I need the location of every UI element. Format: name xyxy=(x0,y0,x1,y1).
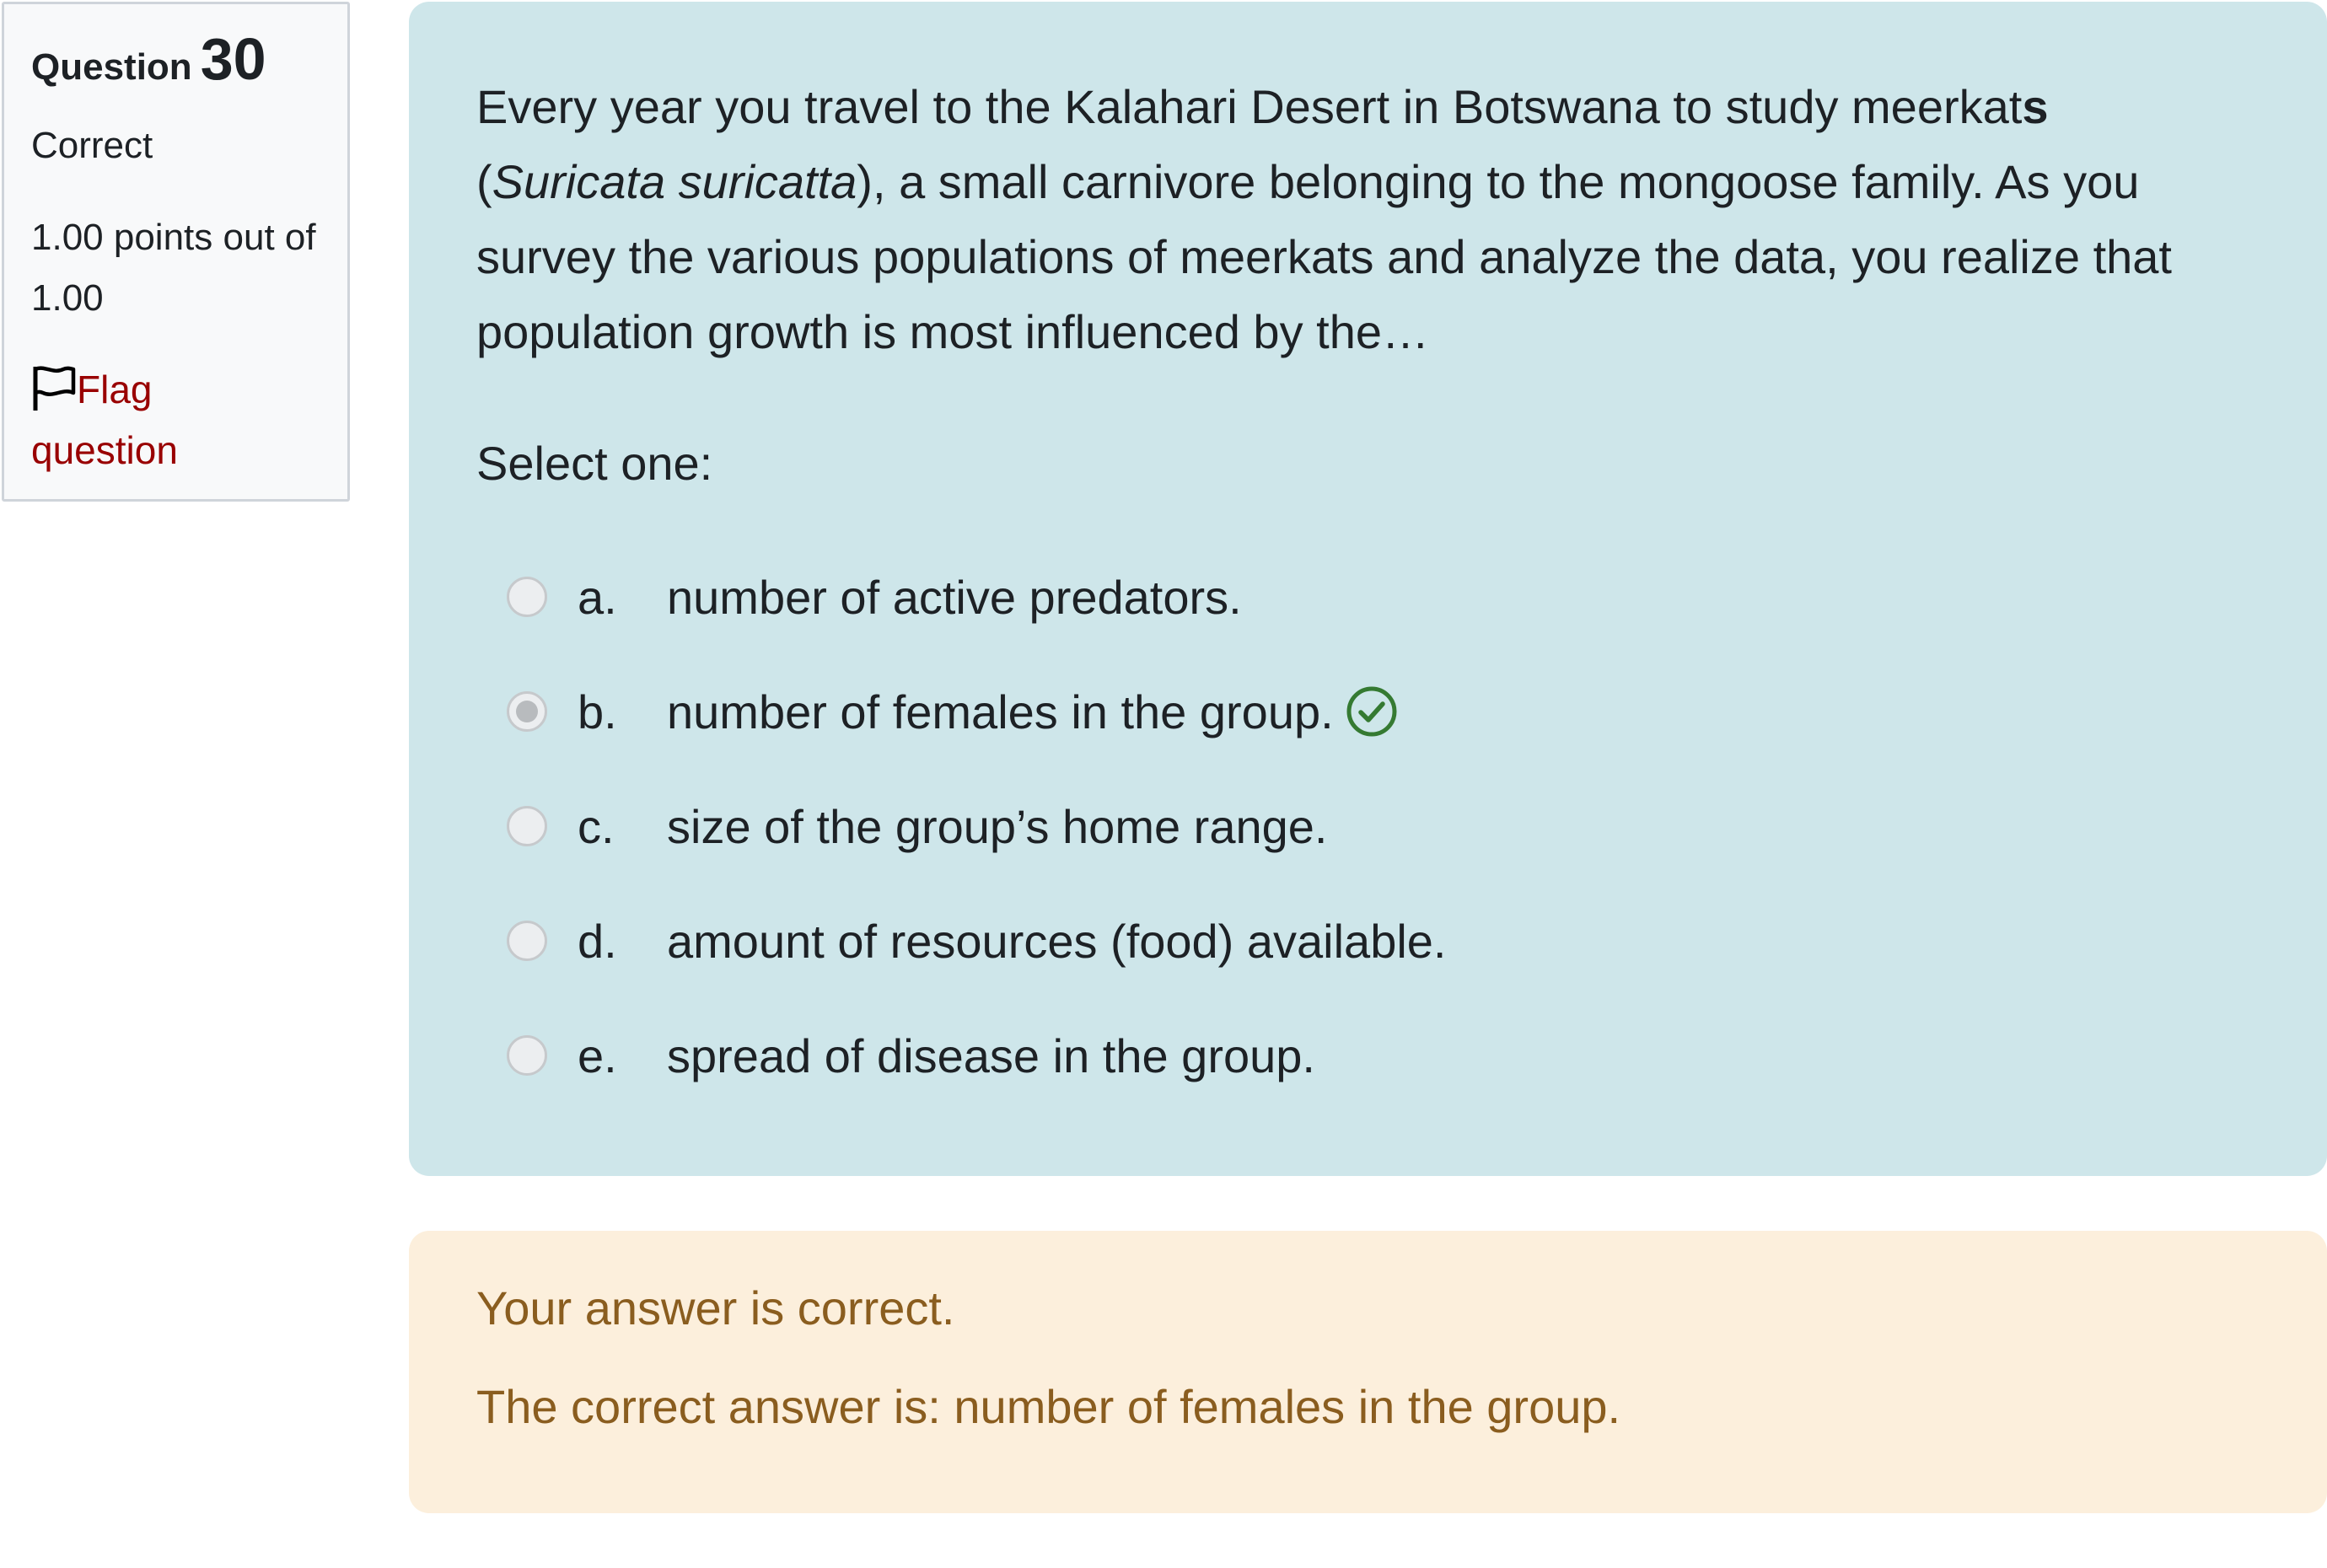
answer-option-a[interactable]: a. number of active predators. xyxy=(476,540,2327,654)
question-number: 30 xyxy=(200,26,266,92)
question-text-part1: Every year you travel to the Kalahari De… xyxy=(476,80,2023,133)
flag-label-line1: Flag xyxy=(77,367,153,411)
answer-option-b[interactable]: b. number of females in the group. xyxy=(476,654,2327,769)
question-label: Question xyxy=(31,46,192,88)
question-info-panel: Question 30 Correct 1.00 points out of 1.… xyxy=(2,2,350,502)
option-text: number of females in the group. xyxy=(667,685,1334,738)
question-text-paren: ( xyxy=(476,155,492,208)
question-number-heading: Question 30 xyxy=(31,30,320,89)
answer-option-e[interactable]: e. spread of disease in the group. xyxy=(476,998,2327,1113)
question-formulation: Every year you travel to the Kalahari De… xyxy=(409,2,2327,1176)
radio-d[interactable] xyxy=(507,921,547,961)
question-state: Correct xyxy=(31,125,153,166)
check-circle-icon xyxy=(1346,686,1397,737)
flag-question-link[interactable]: Flag question xyxy=(31,359,320,481)
feedback-result: Your answer is correct. xyxy=(476,1281,955,1334)
species-name: Suricata suricatta xyxy=(492,155,857,208)
select-one-prompt: Select one: xyxy=(476,437,713,490)
option-letter: e. xyxy=(578,1028,617,1082)
option-text: size of the group’s home range. xyxy=(667,799,1328,853)
radio-e[interactable] xyxy=(507,1035,547,1076)
answer-options: a. number of active predators. b. number… xyxy=(476,540,2327,1113)
option-letter: c. xyxy=(578,799,615,853)
option-text: number of active predators. xyxy=(667,570,1242,624)
feedback-panel: Your answer is correct. The correct answ… xyxy=(409,1231,2327,1513)
radio-a[interactable] xyxy=(507,577,547,617)
option-letter: a. xyxy=(578,570,617,624)
flag-icon xyxy=(33,366,76,411)
answer-option-c[interactable]: c. size of the group’s home range. xyxy=(476,769,2327,883)
option-letter: b. xyxy=(578,685,617,738)
question-text-bold: s xyxy=(2022,80,2049,133)
correct-answer-text: The correct answer is: number of females… xyxy=(476,1380,1621,1434)
question-grade: 1.00 points out of 1.00 xyxy=(31,216,316,319)
option-text: spread of disease in the group. xyxy=(667,1028,1315,1082)
flag-label-line2: question xyxy=(31,427,178,472)
radio-c[interactable] xyxy=(507,806,547,846)
radio-b[interactable] xyxy=(507,691,547,732)
option-letter: d. xyxy=(578,914,617,968)
option-text: amount of resources (food) available. xyxy=(667,914,1447,968)
question-text: Every year you travel to the Kalahari De… xyxy=(476,69,2281,369)
answer-option-d[interactable]: d. amount of resources (food) available. xyxy=(476,883,2327,998)
